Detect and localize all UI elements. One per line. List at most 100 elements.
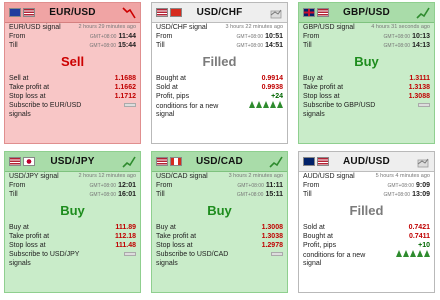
from-label: From [303, 182, 320, 189]
us-flag-icon [317, 8, 329, 17]
till-time: 13:09 [412, 191, 430, 198]
signal-card-eurusd[interactable]: EUR/USD EUR/USD signal 2 hours 29 minutes… [4, 2, 141, 144]
from-label: From [9, 182, 26, 189]
subscribe-text[interactable]: Subscribe to GBP/USD [303, 101, 375, 110]
signal-card-audusd[interactable]: AUD/USD AUD/USD signal 5 hours 4 minutes … [298, 151, 435, 293]
signal-age: 4 hours 31 seconds ago [371, 24, 430, 30]
from-row: From GMT+08:00 11:44 [5, 32, 140, 41]
from-time: 9:09 [415, 182, 430, 189]
take-profit-row: Take profit at 1.1662 [5, 83, 140, 92]
row-label: Bought at [156, 75, 186, 82]
from-time: 11:11 [265, 182, 283, 189]
from-label: From [303, 33, 320, 40]
subscribe-text[interactable]: Subscribe to EUR/USD [9, 101, 81, 110]
stop-loss-row: Stop loss at 1.1712 [5, 92, 140, 101]
row-label: Stop loss at [156, 242, 193, 249]
signal-card-gbpusd[interactable]: GBP/USD GBP/USD signal 4 hours 31 seconds… [298, 2, 435, 144]
subscribe-line2: signals [9, 260, 31, 267]
take-profit-row: Take profit at 1.3138 [299, 83, 434, 92]
toggle-icon[interactable] [271, 252, 283, 256]
buy-at-row: Buy at 111.89 [5, 223, 140, 232]
ca-flag-icon [170, 157, 182, 166]
jp-flag-icon [23, 157, 35, 166]
action-label: Filled [202, 54, 237, 69]
toggle-icon[interactable] [124, 252, 136, 256]
from-time: 12:01 [118, 182, 136, 189]
pair-title: EUR/USD [49, 7, 96, 18]
action-label: Buy [354, 54, 379, 69]
signal-age-row: USD/CAD signal 3 hours 2 minutes ago [152, 172, 287, 181]
row-label: Sell at [9, 75, 29, 82]
gmt-label: GMT+08:00 [236, 43, 264, 49]
card-header: EUR/USD [5, 3, 140, 23]
row-label: Sold at [156, 84, 178, 91]
signal-age-row: EUR/USD signal 2 hours 29 minutes ago [5, 23, 140, 32]
row-value: 0.7411 [408, 233, 430, 240]
row-value: 1.3138 [408, 84, 430, 91]
sold-at-row: Sold at 0.7421 [299, 223, 434, 232]
row-label: Profit, pips [156, 93, 190, 100]
row-label: Bought at [303, 233, 333, 240]
us-flag-icon [156, 8, 168, 17]
card-header: GBP/USD [299, 3, 434, 23]
subscribe-text[interactable]: Subscribe to USD/CAD [156, 250, 228, 259]
till-time: 16:01 [118, 191, 136, 198]
row-label: Take profit at [9, 233, 50, 240]
signal-age: 2 hours 29 minutes ago [78, 24, 136, 30]
row-value: 1.2978 [261, 242, 283, 249]
conditions-row: conditions for a new [152, 101, 287, 110]
signal-card-usdcad[interactable]: USD/CAD USD/CAD signal 3 hours 2 minutes … [151, 151, 288, 293]
till-time: 14:51 [265, 42, 283, 49]
row-value: 1.3008 [261, 224, 283, 231]
row-value: 112.18 [114, 233, 136, 240]
eu-flag-icon [9, 8, 21, 17]
chart-icon [417, 158, 429, 168]
action-label: Sell [60, 54, 85, 69]
pair-title: GBP/USD [343, 7, 390, 18]
chart-icon [270, 9, 282, 19]
row-value: 0.9938 [261, 84, 283, 91]
signal-age: 3 hours 2 minutes ago [228, 173, 283, 179]
row-label: Buy at [303, 75, 323, 82]
stop-loss-row: Stop loss at 1.3088 [299, 92, 434, 101]
pair-title: USD/CAD [196, 156, 243, 167]
till-row: Till GMT+08:00 14:13 [299, 41, 434, 50]
row-value: 1.1662 [114, 84, 136, 91]
gb-flag-icon [303, 8, 315, 17]
signal-label: EUR/USD signal [9, 24, 61, 31]
card-header: USD/CAD [152, 152, 287, 172]
row-label: Take profit at [303, 84, 344, 91]
from-row: From GMT+08:00 10:13 [299, 32, 434, 41]
conditions-row: conditions for a new [299, 250, 434, 259]
row-value: +24 [271, 93, 283, 100]
subscribe-link[interactable]: Subscribe to GBP/USD [299, 101, 434, 110]
from-time: 11:44 [118, 33, 136, 40]
row-label: Sold at [303, 224, 325, 231]
row-label: Take profit at [156, 233, 197, 240]
toggle-icon[interactable] [418, 103, 430, 107]
gmt-label: GMT+08:00 [89, 192, 117, 198]
signal-card-usdjpy[interactable]: USD/JPY USD/JPY signal 2 hours 12 minutes… [4, 151, 141, 293]
card-header: AUD/USD [299, 152, 434, 172]
pair-title: USD/CHF [196, 7, 243, 18]
subscribe-text[interactable]: Subscribe to USD/JPY [9, 250, 79, 259]
us-flag-icon [156, 157, 168, 166]
from-label: From [156, 33, 173, 40]
tree-rating-icon [249, 101, 283, 108]
till-row: Till GMT+08:00 13:09 [299, 190, 434, 199]
gmt-label: GMT+08:00 [237, 183, 264, 189]
subscribe-link[interactable]: Subscribe to USD/CAD [152, 250, 287, 259]
row-value: 1.3088 [408, 93, 430, 100]
us-flag-icon [9, 157, 21, 166]
signal-label: AUD/USD signal [303, 173, 355, 180]
signal-age-row: AUD/USD signal 5 hours 4 minutes ago [299, 172, 434, 181]
subscribe-link[interactable]: Subscribe to EUR/USD [5, 101, 140, 110]
au-flag-icon [303, 157, 315, 166]
till-label: Till [9, 42, 18, 49]
till-row: Till GMT+08:00 16:01 [5, 190, 140, 199]
row-value: +10 [418, 242, 430, 249]
subscribe-link[interactable]: Subscribe to USD/JPY [5, 250, 140, 259]
signal-card-usdchf[interactable]: USD/CHF USD/CHF signal 3 hours 22 minutes… [151, 2, 288, 144]
toggle-icon[interactable] [124, 103, 136, 107]
action-label: Filled [349, 203, 384, 218]
